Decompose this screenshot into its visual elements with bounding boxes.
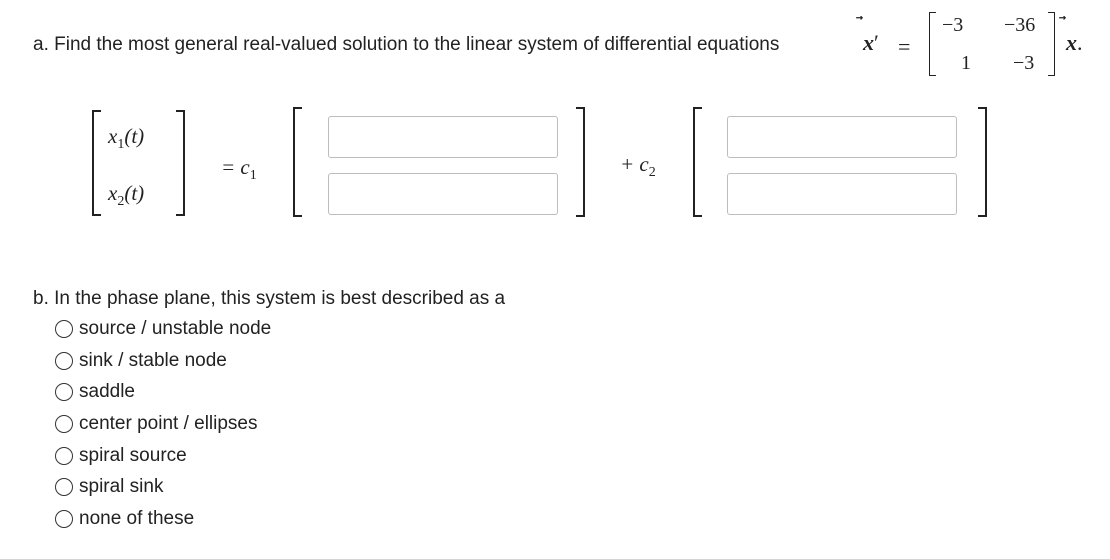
radio-icon[interactable] [55,415,73,433]
option-source-unstable-node[interactable]: source / unstable node [55,316,271,342]
vector1-right-bracket [576,107,585,217]
radio-icon[interactable] [55,447,73,465]
equals-c1: = c1 [221,155,257,184]
equals-sign: = [898,34,911,59]
option-label: none of these [79,508,195,529]
solution-right-bracket [176,110,185,216]
matrix-right-bracket [1048,12,1055,76]
vector2-bottom-input[interactable] [727,173,957,215]
option-sink-stable-node[interactable]: sink / stable node [55,348,227,374]
solution-left-bracket [92,110,101,216]
matrix-r1c2: −36 [1004,14,1036,36]
part-a-question: a. Find the most general real-valued sol… [33,34,779,56]
option-label: center point / ellipses [79,413,258,434]
x-vector-symbol: ⃗x [863,30,874,55]
vector2-top-input[interactable] [727,116,957,158]
x-vector-prime: ⃗x′ [863,30,879,56]
option-label: sink / stable node [79,350,227,371]
radio-icon[interactable] [55,510,73,528]
vector1-bottom-input[interactable] [328,173,558,215]
x-vector-trailing: ⃗x. [1066,30,1083,56]
option-label: saddle [79,381,135,402]
matrix-r1c1: −3 [942,14,964,36]
vector1-left-bracket [293,107,302,217]
option-spiral-sink[interactable]: spiral sink [55,474,163,500]
vector1-top-input[interactable] [328,116,558,158]
x2-of-t: x2(t) [108,181,145,210]
period: . [1077,30,1083,55]
part-b-question: b. In the phase plane, this system is be… [33,288,506,309]
x-vector-symbol-2: ⃗x [1066,30,1077,55]
option-spiral-source[interactable]: spiral source [55,443,187,469]
option-label: source / unstable node [79,318,272,339]
option-label: spiral source [79,445,187,466]
matrix-r2c2: −3 [1013,52,1035,74]
part-a-text: a. Find the most general real-valued sol… [33,34,780,55]
radio-icon[interactable] [55,478,73,496]
radio-icon[interactable] [55,352,73,370]
matrix-r2c1: 1 [961,52,971,74]
option-label: spiral sink [79,476,164,497]
x1-of-t: x1(t) [108,124,145,153]
radio-icon[interactable] [55,320,73,338]
option-none-of-these[interactable]: none of these [55,506,194,532]
plus-c2: + c2 [620,152,656,181]
prime-mark: ′ [874,30,879,55]
option-saddle[interactable]: saddle [55,379,135,405]
matrix-left-bracket [929,12,936,76]
vector2-left-bracket [693,107,702,217]
radio-icon[interactable] [55,383,73,401]
option-center-point-ellipses[interactable]: center point / ellipses [55,411,258,437]
vector2-right-bracket [978,107,987,217]
